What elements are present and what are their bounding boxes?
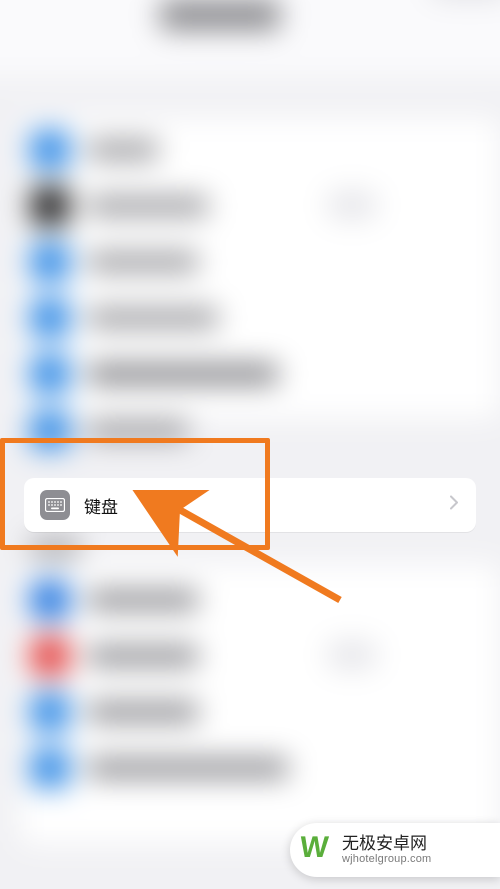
keyboard-icon [40, 490, 70, 520]
watermark-logo-icon: W [300, 833, 334, 867]
chevron-right-icon [450, 496, 458, 515]
watermark: W 无极安卓网 wjhotelgroup.com [290, 823, 500, 877]
blurred-background [0, 0, 500, 889]
settings-item-keyboard[interactable]: 键盘 [24, 478, 476, 532]
keyboard-label: 键盘 [84, 493, 118, 518]
watermark-url: wjhotelgroup.com [342, 853, 431, 865]
watermark-title: 无极安卓网 [342, 835, 431, 854]
